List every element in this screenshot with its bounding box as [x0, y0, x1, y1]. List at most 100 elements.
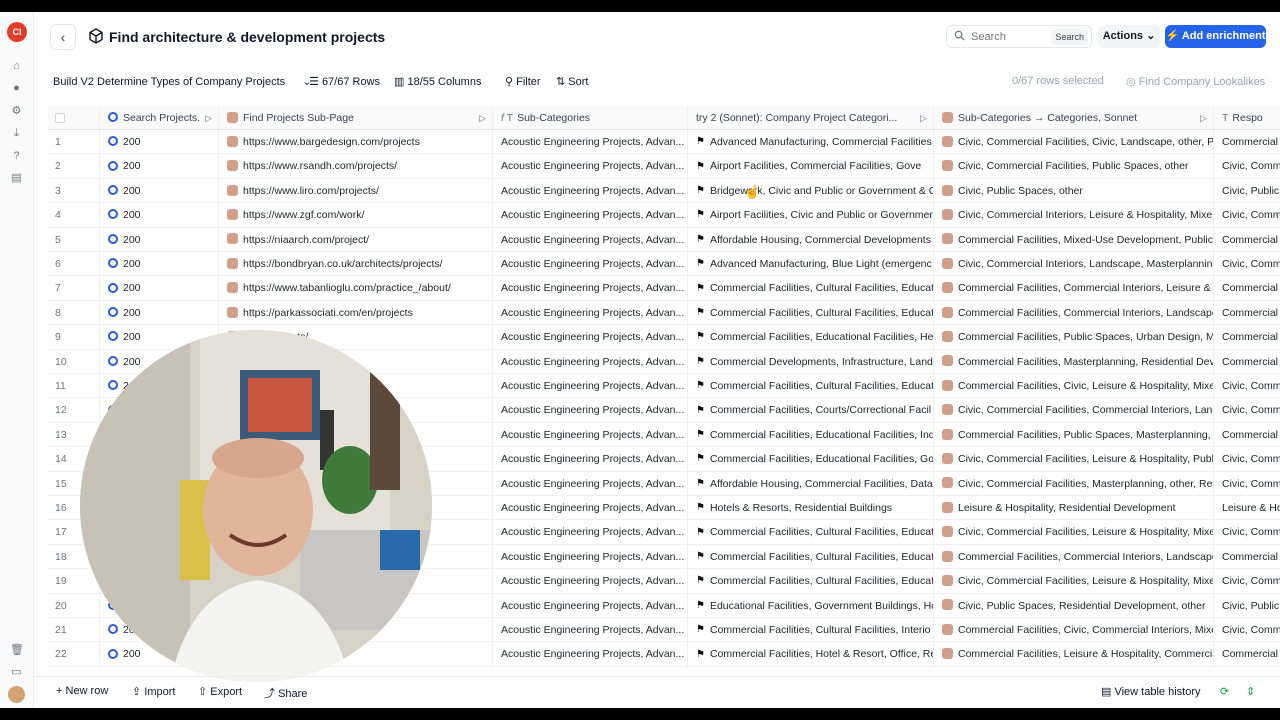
response-cell[interactable]: Civic, Comme	[1214, 374, 1280, 397]
sub-categories-cell[interactable]: Acoustic Engineering Projects, Advan...	[493, 252, 688, 276]
category-cell[interactable]: ⚑ Bridgework, Civic and Public or Governm…	[688, 178, 934, 203]
sub-categories-cell[interactable]: Acoustic Engineering Projects, Advan...	[493, 227, 688, 251]
table-row[interactable]: 6 200 https://bondbryan.co.uk/architects/p…	[48, 252, 1280, 277]
response-cell[interactable]: Civic, Comme	[1214, 569, 1280, 592]
sonnet-categories-cell[interactable]: Civic, Public Spaces, Residential Develo…	[934, 593, 1214, 617]
sub-categories-cell[interactable]: Acoustic Engineering Projects, Advan...	[493, 349, 688, 373]
filter-button[interactable]: ⚲ Filter	[505, 75, 541, 88]
sonnet-categories-cell[interactable]: Civic, Commercial Interiors, Landscape, …	[934, 252, 1214, 276]
status-cell[interactable]: 200	[100, 300, 219, 325]
category-cell[interactable]: ⚑ Advanced Manufacturing, Blue Light (eme…	[688, 252, 934, 276]
view-selector[interactable]: Build V2 Determine Types of Company Proj…	[53, 75, 311, 88]
expand-icon[interactable]: ⇕	[1246, 685, 1255, 698]
refresh-icon[interactable]: ⟳	[1220, 685, 1229, 698]
response-cell[interactable]: Commercial F	[1214, 130, 1280, 153]
add-enrichment-button[interactable]: ⚡ Add enrichment	[1165, 25, 1266, 48]
table-row[interactable]: 5 200 https://niaarch.com/project/Acoustic…	[48, 227, 1280, 252]
play-icon[interactable]: ▷	[920, 106, 927, 129]
sub-categories-cell[interactable]: Acoustic Engineering Projects, Advan...	[493, 178, 688, 203]
response-cell[interactable]: Commercial F	[1214, 276, 1280, 299]
response-cell[interactable]: Civic, Comme	[1214, 520, 1280, 543]
response-cell[interactable]: Civic, Comme	[1214, 618, 1280, 641]
response-cell[interactable]: Leisure & Ho	[1214, 496, 1280, 519]
app-logo[interactable]: Cl	[7, 22, 27, 42]
sub-categories-cell[interactable]: Acoustic Engineering Projects, Advan...	[493, 154, 688, 178]
download-icon[interactable]: ⤓	[10, 127, 23, 140]
sonnet-categories-cell[interactable]: Commercial Facilities, Commercial Interi…	[934, 300, 1214, 325]
response-cell[interactable]: Commercial F	[1214, 325, 1280, 348]
bell-icon[interactable]: ●	[10, 82, 23, 95]
sub-categories-cell[interactable]: Acoustic Engineering Projects, Advan...	[493, 520, 688, 544]
sub-categories-cell[interactable]: Acoustic Engineering Projects, Advan...	[493, 569, 688, 593]
category-cell[interactable]: ⚑ Commercial Developments, Infrastructure…	[688, 349, 934, 373]
response-cell[interactable]: Commercial F	[1214, 545, 1280, 568]
response-cell[interactable]: Civic, Comme	[1214, 154, 1280, 177]
sonnet-categories-cell[interactable]: Commercial Facilities, Public Spaces, Ma…	[934, 422, 1214, 447]
new-row-button[interactable]: + New row	[56, 685, 108, 697]
settings-icon[interactable]: ⚙	[10, 105, 23, 118]
status-cell[interactable]: 200	[100, 227, 219, 251]
sonnet-categories-cell[interactable]: Civic, Commercial Facilities, Civic, Lan…	[934, 130, 1214, 154]
status-cell[interactable]: 200	[100, 203, 219, 227]
home-icon[interactable]: ⌂	[10, 60, 23, 73]
sub-categories-cell[interactable]: Acoustic Engineering Projects, Advan...	[493, 544, 688, 569]
sonnet-categories-cell[interactable]: Leisure & Hospitality, Residential Devel…	[934, 496, 1214, 520]
column-header[interactable]: Search Projects. ▷	[100, 106, 219, 129]
response-cell[interactable]: Civic, Comme	[1214, 252, 1280, 275]
sonnet-categories-cell[interactable]: Commercial Facilities, Civic, Commercial…	[934, 618, 1214, 642]
url-cell[interactable]: https://www.rsandh.com/projects/	[219, 154, 493, 178]
category-cell[interactable]: ⚑ Commercial Facilities, Cultural Facilit…	[688, 569, 934, 593]
sub-categories-cell[interactable]: Acoustic Engineering Projects, Advan...	[493, 325, 688, 349]
category-cell[interactable]: ⚑ Commercial Facilities, Cultural Facilit…	[688, 618, 934, 642]
response-cell[interactable]: Civic, Public S	[1214, 179, 1280, 202]
column-header[interactable]: T Respo	[1214, 106, 1280, 129]
sonnet-categories-cell[interactable]: Civic, Public Spaces, other	[934, 178, 1214, 203]
columns-button[interactable]: ▥ 18/55 Columns	[394, 75, 481, 88]
table-row[interactable]: 8 200 https://parkassociati.com/en/project…	[48, 300, 1280, 326]
play-icon[interactable]: ▷	[1200, 106, 1207, 129]
response-cell[interactable]: Civic, Comme	[1214, 472, 1280, 495]
share-button[interactable]: ⤴ Share	[264, 685, 307, 701]
category-cell[interactable]: ⚑ Educational Facilities, Government Buil…	[688, 593, 934, 617]
url-cell[interactable]: https://parkassociati.com/en/projects	[219, 300, 493, 325]
rows-button[interactable]: ☰ 67/67 Rows	[309, 75, 380, 88]
export-button[interactable]: ⇧ Export	[198, 685, 242, 698]
url-cell[interactable]: https://www.tabanlioglu.com/practice_/ab…	[219, 276, 493, 300]
sonnet-categories-cell[interactable]: Civic, Commercial Facilities, Leisure & …	[934, 569, 1214, 593]
url-cell[interactable]: https://bondbryan.co.uk/architects/proje…	[219, 252, 493, 276]
avatar[interactable]	[8, 686, 25, 703]
sub-categories-cell[interactable]: Acoustic Engineering Projects, Advan...	[493, 447, 688, 471]
sub-categories-cell[interactable]: Acoustic Engineering Projects, Advan...	[493, 471, 688, 495]
sub-categories-cell[interactable]: Acoustic Engineering Projects, Advan...	[493, 374, 688, 398]
sub-categories-cell[interactable]: Acoustic Engineering Projects, Advan...	[493, 398, 688, 422]
sonnet-categories-cell[interactable]: Commercial Facilities, Masterplanning, R…	[934, 349, 1214, 373]
sub-categories-cell[interactable]: Acoustic Engineering Projects, Advan...	[493, 300, 688, 325]
sonnet-categories-cell[interactable]: Commercial Facilities, Commercial Interi…	[934, 276, 1214, 300]
category-cell[interactable]: ⚑ Commercial Facilities, Cultural Facilit…	[688, 374, 934, 398]
category-cell[interactable]: ⚑ Commercial Facilities, Cultural Facilit…	[688, 544, 934, 569]
table-row[interactable]: 4 200 https://www.zgf.com/work/Acoustic En…	[48, 203, 1280, 228]
status-cell[interactable]: 200	[100, 154, 219, 178]
category-cell[interactable]: ⚑ Commercial Facilities, Hotel & Resort, …	[688, 642, 934, 666]
table-row[interactable]: 3 200 https://www.liro.com/projects/Acoust…	[48, 178, 1280, 204]
sonnet-categories-cell[interactable]: Civic, Commercial Facilities, Commercial…	[934, 398, 1214, 422]
table-row[interactable]: 2 200 https://www.rsandh.com/projects/Acou…	[48, 154, 1280, 179]
category-cell[interactable]: ⚑ Affordable Housing, Commercial Developm…	[688, 227, 934, 251]
back-button[interactable]: ‹	[50, 24, 76, 50]
sub-categories-cell[interactable]: Acoustic Engineering Projects, Advan...	[493, 496, 688, 520]
table-row[interactable]: 1 200 https://www.bargedesign.com/projects…	[48, 130, 1280, 155]
sub-categories-cell[interactable]: Acoustic Engineering Projects, Advan...	[493, 642, 688, 666]
sonnet-categories-cell[interactable]: Commercial Facilities, Commercial Interi…	[934, 544, 1214, 569]
url-cell[interactable]: https://niaarch.com/project/	[219, 227, 493, 251]
category-cell[interactable]: ⚑ Commercial Facilities, Educational Faci…	[688, 447, 934, 471]
search-button[interactable]: Search	[1051, 29, 1088, 45]
search-input[interactable]	[971, 29, 1051, 45]
sonnet-categories-cell[interactable]: Civic, Commercial Facilities, Leisure & …	[934, 520, 1214, 544]
select-all-checkbox[interactable]	[48, 106, 100, 129]
category-cell[interactable]: ⚑ Commercial Facilities, Cultural Facilit…	[688, 520, 934, 544]
column-header[interactable]: Find Projects Sub-Page ▷	[219, 106, 493, 129]
response-cell[interactable]: Commercial F	[1214, 228, 1280, 251]
category-cell[interactable]: ⚑ Commercial Facilities, Courts/Correctio…	[688, 398, 934, 422]
search-box[interactable]: Search	[946, 25, 1092, 48]
response-cell[interactable]: Civic, Public S	[1214, 594, 1280, 617]
